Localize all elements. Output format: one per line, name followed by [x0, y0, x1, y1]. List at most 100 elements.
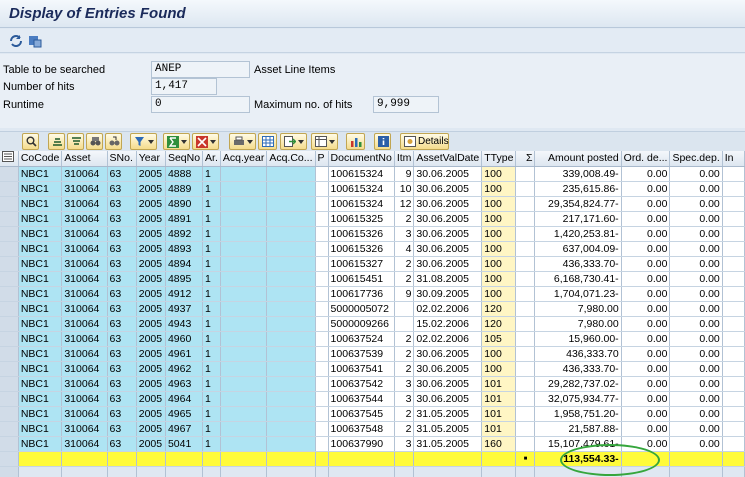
table-cell [220, 181, 268, 197]
row-selector[interactable] [0, 286, 19, 302]
find-button[interactable] [86, 133, 103, 150]
row-selector[interactable] [0, 361, 19, 377]
row-selector[interactable] [0, 226, 19, 242]
column-header[interactable]: In [722, 151, 745, 167]
local-file-button[interactable] [258, 133, 277, 150]
row-selector[interactable] [0, 301, 19, 317]
table-cell: 1 [202, 256, 221, 272]
column-header[interactable]: Ord. de... [621, 151, 671, 167]
column-header[interactable]: Spec.dep. [669, 151, 723, 167]
column-header[interactable]: P [315, 151, 329, 167]
row-selector[interactable] [0, 256, 19, 272]
total-button[interactable] [163, 133, 190, 150]
table-cell: 310064 [61, 256, 108, 272]
row-selector[interactable] [0, 241, 19, 257]
table-row[interactable]: NBC1 310064 63 2005 4888 1 100615324 9 30.06.200… [0, 166, 745, 182]
column-header[interactable]: Ar. [202, 151, 221, 167]
table-row[interactable]: NBC1 310064 63 2005 4962 1 100637541 2 30.06.200… [0, 361, 745, 377]
results-grid: CoCode Asset SNo. Year SeqNo Ar. Acq.year Acq.C… [0, 151, 745, 477]
table-cell [515, 226, 536, 242]
column-header[interactable]: SeqNo [165, 151, 204, 167]
max-hits-label: Maximum no. of hits [254, 99, 353, 111]
table-row[interactable]: NBC1 310064 63 2005 4891 1 100615325 2 30.06.200… [0, 211, 745, 227]
export-button[interactable] [280, 133, 307, 150]
row-selector[interactable] [0, 346, 19, 362]
column-header[interactable]: Acq.Co... [266, 151, 316, 167]
table-cell: 0.00 [621, 421, 671, 437]
row-selector[interactable] [0, 436, 19, 452]
total-cell [481, 451, 517, 467]
table-row[interactable]: NBC1 310064 63 2005 4963 1 100637542 3 30.06.200… [0, 376, 745, 392]
table-row[interactable]: NBC1 310064 63 2005 4965 1 100637545 2 31.05.200… [0, 406, 745, 422]
table-cell: 63 [107, 391, 137, 407]
table-row[interactable]: NBC1 310064 63 2005 4967 1 100637548 2 31.05.200… [0, 421, 745, 437]
row-selector[interactable] [0, 166, 19, 182]
print-button[interactable] [229, 133, 256, 150]
table-row[interactable]: NBC1 310064 63 2005 4943 1 5000009266 15.02.200… [0, 316, 745, 332]
table-row[interactable]: NBC1 310064 63 2005 4892 1 100615326 3 30.06.200… [0, 226, 745, 242]
subtotal-button[interactable] [192, 133, 219, 150]
table-label: Table to be searched [3, 64, 106, 76]
find-next-button[interactable] [105, 133, 122, 150]
table-row[interactable]: NBC1 310064 63 2005 4894 1 100615327 2 30.06.200… [0, 256, 745, 272]
max-hits-field[interactable]: 9,999 [373, 96, 439, 113]
layout-button[interactable] [311, 133, 338, 150]
table-cell: 1 [202, 421, 221, 437]
column-header[interactable]: TType [481, 151, 517, 167]
chart-icon [351, 138, 362, 147]
column-header[interactable]: Asset [61, 151, 108, 167]
table-cell: NBC1 [18, 361, 63, 377]
row-selector[interactable] [0, 391, 19, 407]
details-button[interactable]: Details [400, 133, 449, 150]
table-row[interactable]: NBC1 310064 63 2005 4890 1 100615324 12 30.06.20… [0, 196, 745, 212]
table-row[interactable]: NBC1 310064 63 2005 4937 1 5000005072 02.02.200… [0, 301, 745, 317]
information-button[interactable] [374, 133, 391, 150]
row-selector[interactable] [0, 316, 19, 332]
table-row[interactable]: NBC1 310064 63 2005 4964 1 100637544 3 30.06.200… [0, 391, 745, 407]
table-cell: 30.06.2005 [413, 376, 483, 392]
column-header[interactable]: AssetValDate [413, 151, 483, 167]
detail-view-button[interactable] [22, 133, 39, 150]
table-field[interactable]: ANEP [151, 61, 250, 78]
find-next-icon [109, 136, 120, 146]
table-cell: 0.00 [669, 406, 723, 422]
table-row[interactable]: NBC1 310064 63 2005 4960 1 100637524 2 02.02.200… [0, 331, 745, 347]
table-cell: 1,704,071.23- [534, 286, 622, 302]
table-cell [266, 181, 316, 197]
table-row[interactable]: NBC1 310064 63 2005 4961 1 100637539 2 30.06.200… [0, 346, 745, 362]
column-header[interactable]: Amount posted [534, 151, 622, 167]
row-selector[interactable] [0, 406, 19, 422]
column-header[interactable]: Σ [515, 151, 536, 167]
table-cell [266, 361, 316, 377]
settings-icon[interactable] [27, 33, 43, 49]
table-cell: 101 [481, 391, 517, 407]
table-row[interactable]: NBC1 310064 63 2005 4895 1 100615451 2 31.08.200… [0, 271, 745, 287]
column-header[interactable]: CoCode [18, 151, 63, 167]
row-selector[interactable] [0, 376, 19, 392]
table-cell: 4912 [165, 286, 204, 302]
table-row[interactable]: NBC1 310064 63 2005 4893 1 100615326 4 30.06.200… [0, 241, 745, 257]
row-selector[interactable] [0, 421, 19, 437]
column-header[interactable]: SNo. [107, 151, 137, 167]
row-selector[interactable] [0, 331, 19, 347]
table-row[interactable]: NBC1 310064 63 2005 4889 1 100615324 10 30.06.20… [0, 181, 745, 197]
table-cell: 4893 [165, 241, 204, 257]
column-header[interactable]: Acq.year [220, 151, 268, 167]
column-header[interactable]: Year [136, 151, 166, 167]
row-selector[interactable] [0, 181, 19, 197]
graphic-button[interactable] [346, 133, 365, 150]
table-cell: 100615327 [328, 256, 395, 272]
column-header[interactable]: Itm [394, 151, 415, 167]
refresh-icon[interactable] [8, 33, 24, 49]
select-all-icon[interactable] [0, 151, 19, 167]
filter-button[interactable] [130, 133, 157, 150]
row-selector[interactable] [0, 196, 19, 212]
row-selector[interactable] [0, 271, 19, 287]
sort-ascending-button[interactable] [48, 133, 65, 150]
table-cell [515, 271, 536, 287]
table-cell: 4937 [165, 301, 204, 317]
row-selector[interactable] [0, 211, 19, 227]
table-row[interactable]: NBC1 310064 63 2005 4912 1 100617736 9 30.09.200… [0, 286, 745, 302]
column-header[interactable]: DocumentNo [328, 151, 395, 167]
sort-descending-button[interactable] [67, 133, 84, 150]
